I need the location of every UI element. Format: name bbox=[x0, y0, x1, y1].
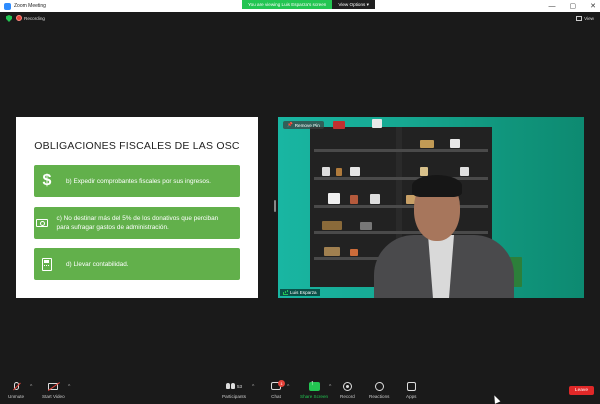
shelf-item bbox=[328, 193, 340, 204]
participants-chevron-up-icon[interactable]: ^ bbox=[252, 384, 254, 390]
shelf-item bbox=[324, 247, 340, 256]
view-label: View bbox=[584, 16, 594, 21]
chat-button[interactable]: 1 Chat bbox=[271, 380, 285, 399]
recording-icon bbox=[16, 15, 22, 21]
start-video-button[interactable]: Start Video bbox=[42, 380, 65, 399]
shelf-item bbox=[360, 222, 372, 230]
reactions-icon bbox=[374, 381, 384, 391]
share-screen-label: Share Screen bbox=[300, 394, 329, 399]
participant-name: Luis Esparza bbox=[290, 290, 317, 295]
slide-bullet: c) No destinar más del 5% de los donativ… bbox=[34, 207, 240, 239]
zoom-app-icon bbox=[4, 2, 11, 10]
bullet-text: b) Expedir comprobantes fiscales por sus… bbox=[66, 177, 211, 185]
recording-indicator[interactable]: Recording bbox=[16, 15, 45, 21]
participant-video[interactable]: 📌 Remove Pin Luis Esparza bbox=[278, 117, 584, 298]
money-icon bbox=[34, 219, 51, 227]
calculator-icon bbox=[34, 257, 60, 271]
participants-button[interactable]: 53 Participants bbox=[222, 380, 246, 399]
audio-options-chevron-up-icon[interactable]: ^ bbox=[30, 384, 32, 390]
recording-label: Recording bbox=[24, 15, 45, 21]
dollar-icon: $ bbox=[42, 172, 52, 189]
shelf-item bbox=[450, 139, 460, 148]
shield-icon[interactable] bbox=[6, 15, 12, 22]
share-screen-icon bbox=[308, 380, 320, 391]
window-title: Zoom Meeting bbox=[14, 3, 46, 9]
bullet-text: d) Llevar contabilidad. bbox=[66, 260, 129, 268]
slide-bullet: d) Llevar contabilidad. bbox=[34, 248, 240, 280]
unmute-label: Unmute bbox=[8, 394, 25, 399]
leave-button[interactable]: Leave bbox=[568, 386, 594, 395]
hair bbox=[412, 175, 462, 197]
remove-pin-button[interactable]: 📌 Remove Pin bbox=[283, 121, 324, 129]
participants-label: Participants bbox=[222, 394, 247, 399]
share-screen-button[interactable]: Share Screen bbox=[300, 380, 329, 400]
record-label: Record bbox=[340, 394, 355, 399]
bullet-text: c) No destinar más del 5% de los donativ… bbox=[56, 215, 219, 231]
meeting-toolbar: Unmute ^ Start Video ^ 53 Participants ^… bbox=[0, 378, 600, 404]
shelf-item bbox=[420, 140, 434, 148]
apps-icon bbox=[406, 381, 416, 391]
shelf-item bbox=[350, 249, 358, 256]
chat-badge: 1 bbox=[278, 380, 285, 387]
zoom-meeting-window: Zoom Meeting — ▢ ✕ You are viewing Luis … bbox=[0, 0, 600, 404]
shelf-item bbox=[336, 168, 342, 176]
participants-icon bbox=[225, 383, 235, 389]
meeting-info-row: Recording View bbox=[0, 13, 600, 25]
record-icon bbox=[342, 381, 352, 391]
grid-view-icon bbox=[576, 16, 583, 21]
shelf-item bbox=[322, 221, 342, 230]
signal-icon bbox=[283, 291, 288, 295]
chat-icon: 1 bbox=[271, 380, 285, 390]
top-shelf-item bbox=[333, 121, 345, 129]
remove-pin-label: Remove Pin bbox=[294, 122, 320, 128]
reactions-label: Reactions bbox=[369, 394, 390, 399]
shelf bbox=[314, 149, 488, 152]
video-options-chevron-up-icon[interactable]: ^ bbox=[68, 384, 70, 390]
microphone-muted-icon bbox=[13, 382, 19, 390]
split-view-handle[interactable] bbox=[274, 200, 276, 212]
minimize-icon[interactable]: — bbox=[549, 3, 556, 10]
apps-label: Apps bbox=[406, 394, 417, 399]
participant-person bbox=[374, 175, 514, 298]
shelf-item bbox=[350, 167, 360, 176]
chat-label: Chat bbox=[271, 394, 281, 399]
slide-bullet: $ b) Expedir comprobantes fiscales por s… bbox=[34, 165, 240, 197]
camera-off-icon bbox=[48, 382, 59, 390]
participants-count: 53 bbox=[236, 383, 243, 389]
start-video-label: Start Video bbox=[42, 394, 65, 399]
record-button[interactable]: Record bbox=[340, 380, 355, 399]
pin-icon: 📌 bbox=[287, 122, 293, 127]
participant-name-tag: Luis Esparza bbox=[280, 289, 320, 296]
viewing-banner: You are viewing Luis Esparza's screen Vi… bbox=[242, 0, 375, 9]
close-icon[interactable]: ✕ bbox=[590, 2, 596, 10]
slide-title: OBLIGACIONES FISCALES DE LAS OSC bbox=[34, 140, 240, 152]
unmute-button[interactable]: Unmute bbox=[8, 380, 24, 399]
view-options-button[interactable]: View Options ▾ bbox=[332, 0, 375, 9]
reactions-button[interactable]: Reactions bbox=[369, 380, 389, 399]
top-shelf-item bbox=[372, 119, 382, 128]
window-controls: — ▢ ✕ bbox=[549, 0, 597, 12]
chat-chevron-up-icon[interactable]: ^ bbox=[287, 384, 289, 390]
shelf-item bbox=[350, 195, 358, 204]
shared-screen: OBLIGACIONES FISCALES DE LAS OSC $ b) Ex… bbox=[16, 117, 258, 298]
viewing-screen-text: You are viewing Luis Esparza's screen bbox=[242, 0, 333, 9]
maximize-icon[interactable]: ▢ bbox=[570, 2, 577, 10]
shelf-item bbox=[322, 167, 330, 176]
share-chevron-up-icon[interactable]: ^ bbox=[329, 384, 331, 390]
view-button[interactable]: View bbox=[576, 16, 594, 21]
apps-button[interactable]: Apps bbox=[406, 380, 416, 399]
